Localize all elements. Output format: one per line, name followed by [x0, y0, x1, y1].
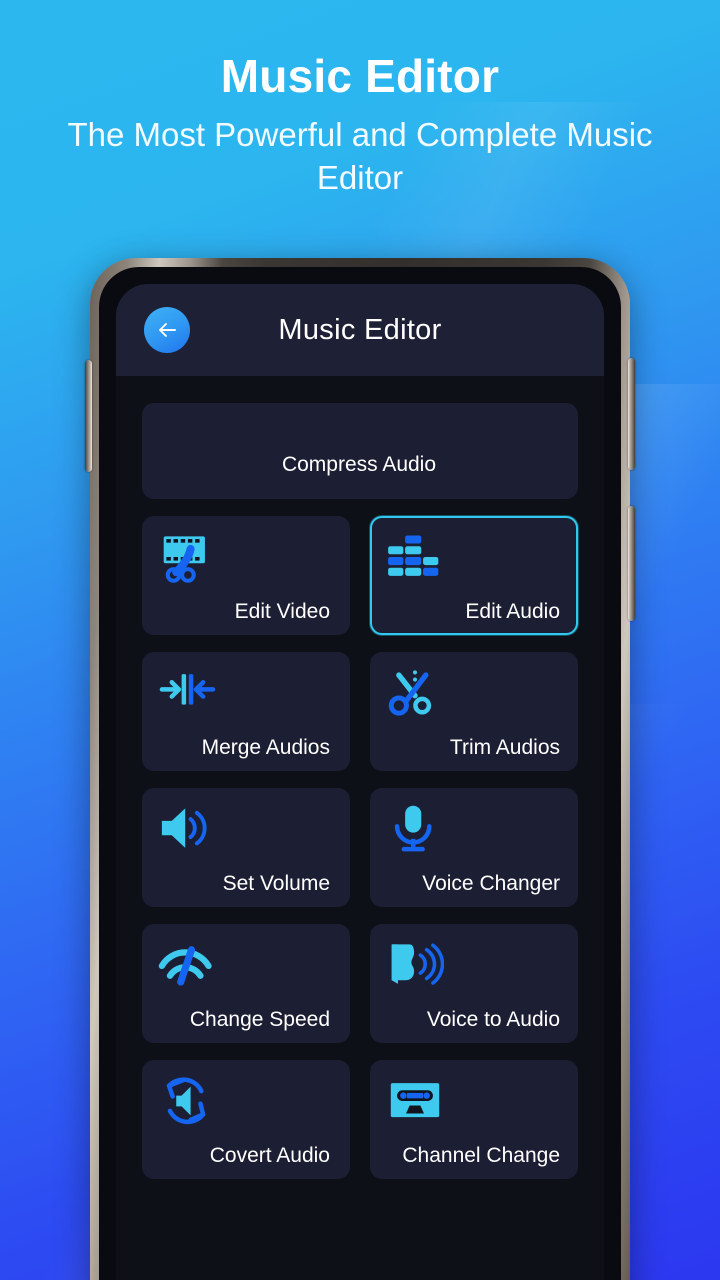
hero-subtitle: The Most Powerful and Complete Music Edi… — [67, 116, 653, 197]
tile-label: Set Volume — [222, 872, 330, 895]
speaker-waves-icon — [161, 808, 207, 848]
tile-row: Merge Audios Trim Audios — [142, 652, 578, 771]
cassette-icon — [390, 1083, 440, 1118]
hero-title: Music Editor — [220, 50, 500, 102]
tile-row: Change Speed Voice to Audio — [142, 924, 578, 1043]
tile-row: Set Volume Voice Changer — [142, 788, 578, 907]
phone-mockup: Music Editor Compress Audio Edit Video E… — [85, 258, 635, 1280]
tile-change-speed[interactable]: Change Speed — [142, 924, 350, 1043]
tile-merge-audios[interactable]: Merge Audios — [142, 652, 350, 771]
tile-label: Edit Video — [234, 600, 330, 623]
tile-edit-video[interactable]: Edit Video — [142, 516, 350, 635]
scissors-icon — [388, 670, 432, 716]
hero-section: Music Editor The Most Powerful and Compl… — [0, 52, 720, 200]
microphone-icon — [394, 805, 432, 852]
merge-arrows-icon — [159, 674, 216, 705]
tile-row: Edit Video Edit Audio — [142, 516, 578, 635]
tile-trim-audios[interactable]: Trim Audios — [370, 652, 578, 771]
tile-label: Trim Audios — [449, 736, 560, 759]
speedometer-icon — [158, 946, 212, 986]
tile-covert-audio[interactable]: Covert Audio — [142, 1060, 350, 1179]
tile-label: Channel Change — [402, 1144, 560, 1167]
film-scissors-icon — [163, 536, 205, 583]
tile-edit-audio[interactable]: Edit Audio — [370, 516, 578, 635]
equalizer-icon — [388, 535, 439, 576]
tile-label: Covert Audio — [209, 1144, 330, 1167]
tile-voice-to-audio[interactable]: Voice to Audio — [370, 924, 578, 1043]
tile-row: Covert Audio Channel Change — [142, 1060, 578, 1179]
tile-channel-change[interactable]: Channel Change — [370, 1060, 578, 1179]
tile-label: Voice to Audio — [426, 1008, 560, 1031]
arrow-left-icon — [159, 323, 176, 337]
compress-audio-button[interactable]: Compress Audio — [142, 403, 578, 499]
tile-label: Edit Audio — [465, 600, 560, 623]
app-body: Compress Audio Edit Video Edit Audio Mer… — [116, 376, 604, 1179]
tile-label: Merge Audios — [201, 736, 330, 759]
compress-audio-label: Compress Audio — [281, 452, 437, 476]
tile-set-volume[interactable]: Set Volume — [142, 788, 350, 907]
head-speak-icon — [391, 943, 444, 985]
convert-audio-icon — [166, 1077, 206, 1125]
app-header: Music Editor — [116, 284, 604, 376]
tile-label: Change Speed — [189, 1008, 330, 1031]
tile-voice-changer[interactable]: Voice Changer — [370, 788, 578, 907]
phone-bezel: Music Editor Compress Audio Edit Video E… — [99, 267, 621, 1280]
back-button[interactable] — [144, 307, 190, 353]
power-button[interactable] — [628, 358, 635, 470]
tile-label: Voice Changer — [422, 872, 560, 895]
assistant-button[interactable] — [628, 506, 635, 621]
phone-screen: Music Editor Compress Audio Edit Video E… — [116, 284, 604, 1280]
screenshot-root: Music Editor The Most Powerful and Compl… — [0, 0, 720, 1280]
volume-rocker-button[interactable] — [85, 360, 92, 472]
